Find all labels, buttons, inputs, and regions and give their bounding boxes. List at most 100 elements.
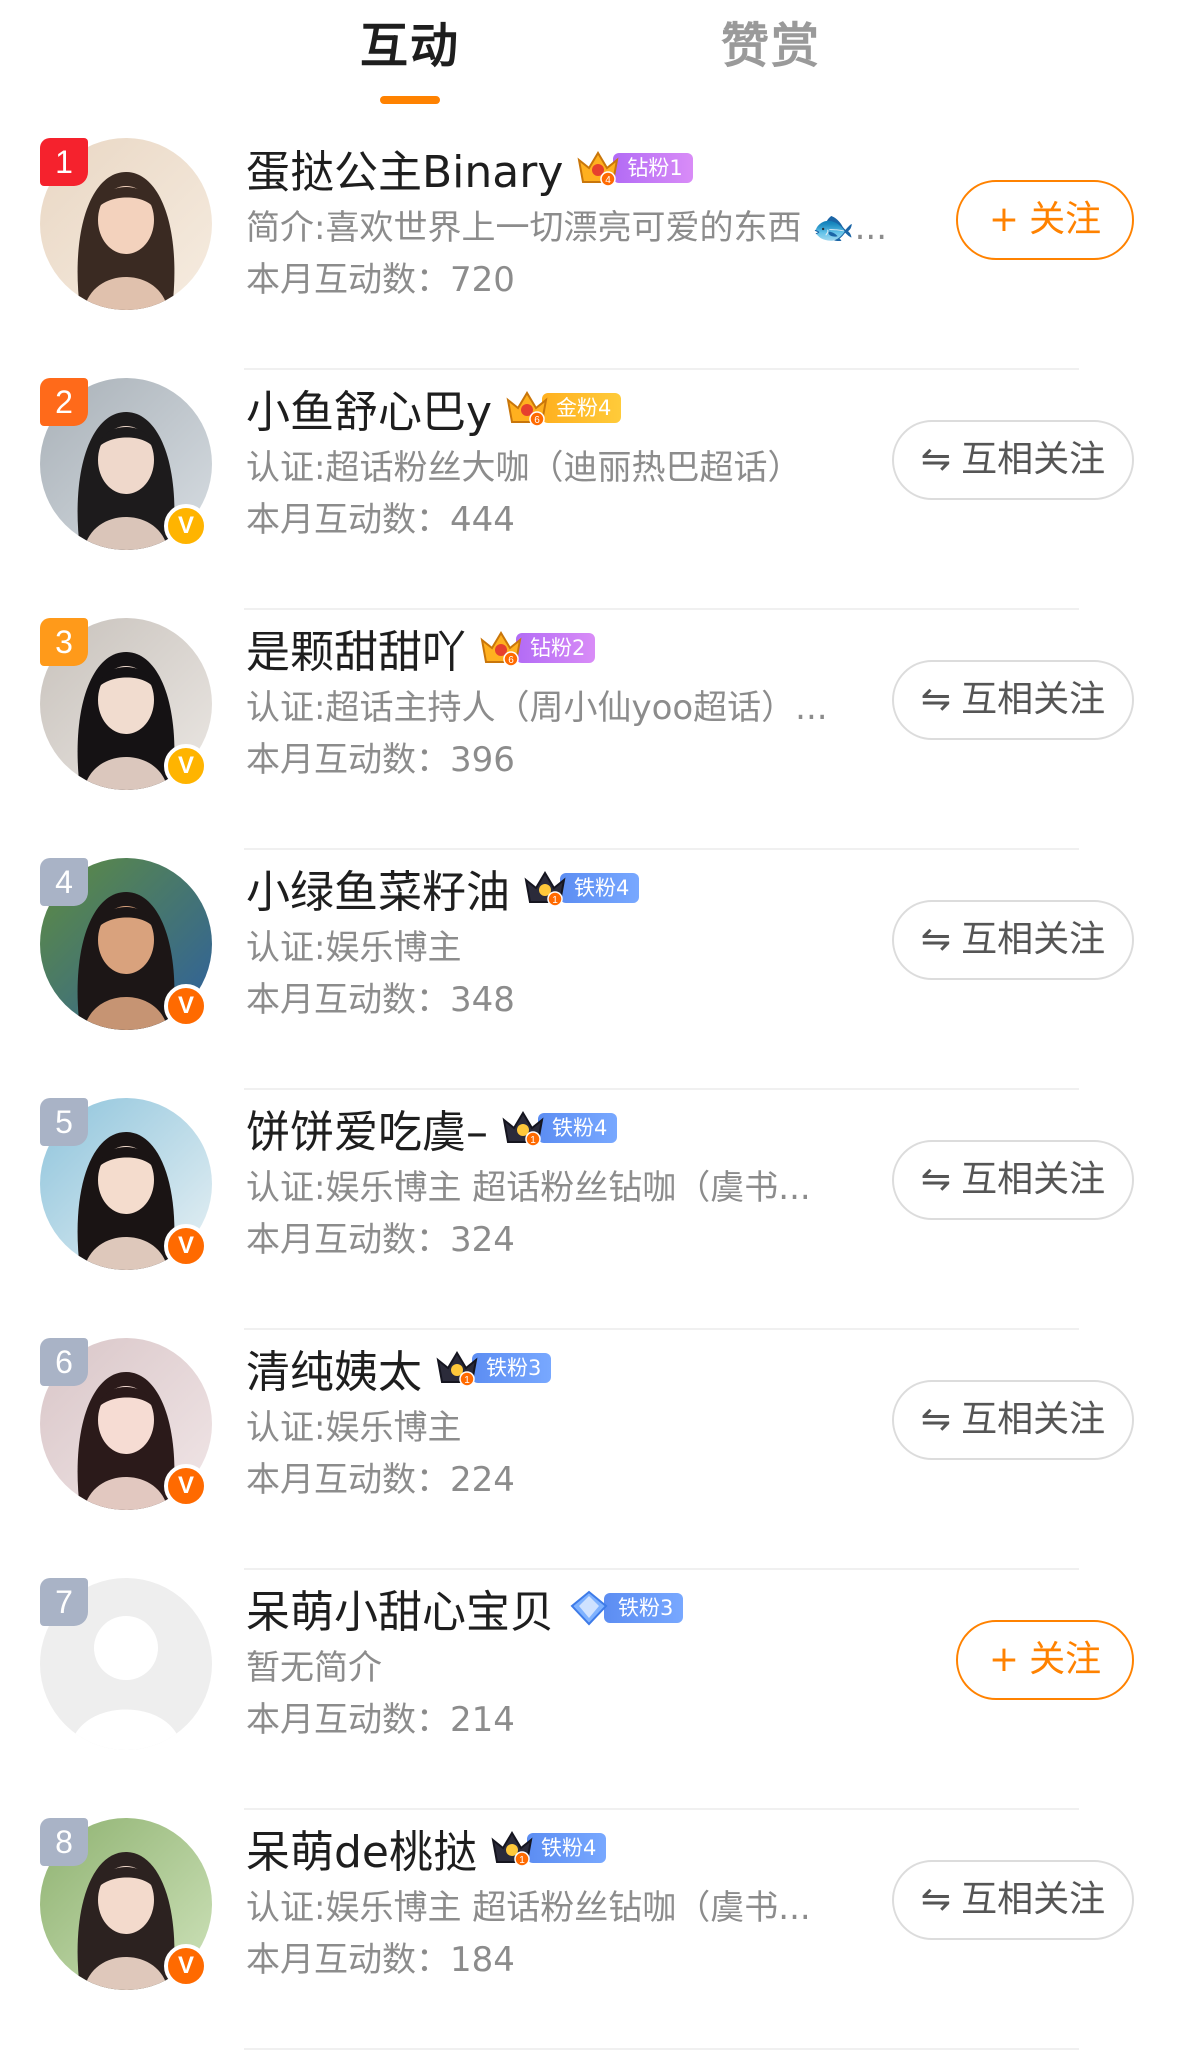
button-label: 互相关注 — [961, 919, 1106, 960]
verified-v-icon: V — [164, 1464, 208, 1508]
button-label: 互相关注 — [961, 439, 1106, 480]
tab-reward[interactable]: 赞赏 — [721, 16, 821, 76]
svg-text:1: 1 — [530, 1135, 536, 1146]
crown-icon: 1 — [522, 868, 568, 908]
user-name[interactable]: 呆萌小甜心宝贝 — [246, 1576, 554, 1640]
fan-level-badge: 1 铁粉4 — [500, 1108, 618, 1148]
fan-level-label: 金粉4 — [542, 393, 622, 423]
name-line: 蛋挞公主Binary 4 钻粉1 — [246, 140, 693, 198]
crown-icon: 1 — [500, 1108, 546, 1148]
user-description: 认证:超话粉丝大咖（迪丽热巴超话） — [246, 448, 802, 488]
monthly-interaction-count: 本月互动数：720 — [246, 260, 515, 300]
user-name[interactable]: 蛋挞公主Binary — [246, 136, 563, 200]
rank-badge: 1 — [40, 138, 88, 186]
list-item[interactable]: 2 V 小鱼舒心巴y 6 金粉4 认证:超话粉丝大咖（迪丽热巴超话） 本月互动数：444 ⇋ 互… — [0, 370, 1179, 610]
rank-badge: 7 — [40, 1578, 88, 1626]
list-item[interactable]: 8 V 呆萌de桃挞 1 铁粉4 认证:娱乐博主 超话粉丝钻咖（虞书... 本月互动数：18… — [0, 1810, 1179, 2050]
rank-badge: 3 — [40, 618, 88, 666]
swap-arrows-icon: ⇋ — [920, 1399, 952, 1440]
fan-level-label: 铁粉4 — [538, 1113, 618, 1143]
monthly-interaction-count: 本月互动数：444 — [246, 500, 515, 540]
rank-badge: 6 — [40, 1338, 88, 1386]
fan-level-label: 铁粉3 — [604, 1593, 684, 1623]
tab-interaction[interactable]: 互动 — [360, 16, 460, 76]
verified-v-icon: V — [164, 984, 208, 1028]
name-line: 呆萌小甜心宝贝 铁粉3 — [246, 1580, 684, 1638]
verified-v-icon: V — [164, 504, 208, 548]
fan-level-label: 铁粉4 — [560, 873, 640, 903]
button-label: 互相关注 — [961, 679, 1106, 720]
swap-arrows-icon: ⇋ — [920, 439, 952, 480]
swap-arrows-icon: ⇋ — [920, 1159, 952, 1200]
follow-button[interactable]: + 关注 — [956, 180, 1134, 260]
monthly-interaction-count: 本月互动数：214 — [246, 1700, 515, 1740]
plus-icon: + — [988, 1639, 1020, 1680]
swap-arrows-icon: ⇋ — [920, 919, 952, 960]
user-name[interactable]: 清纯姨太 — [246, 1336, 422, 1400]
user-name[interactable]: 是颗甜甜吖 — [246, 616, 466, 680]
follow-button[interactable]: + 关注 — [956, 1620, 1134, 1700]
button-label: 互相关注 — [961, 1879, 1106, 1920]
mutual-follow-button[interactable]: ⇋ 互相关注 — [892, 900, 1134, 980]
crown-icon: 6 — [478, 628, 524, 668]
list-item[interactable]: 7 呆萌小甜心宝贝 铁粉3 暂无简介 本月互动数：214 + 关注 — [0, 1570, 1179, 1810]
mutual-follow-button[interactable]: ⇋ 互相关注 — [892, 1860, 1134, 1940]
user-description: 认证:娱乐博主 超话粉丝钻咖（虞书... — [246, 1168, 811, 1208]
verified-v-icon: V — [164, 1224, 208, 1268]
fan-level-label: 铁粉3 — [472, 1353, 552, 1383]
button-label: 关注 — [1029, 199, 1102, 240]
list-item[interactable]: 4 V 小绿鱼菜籽油 1 铁粉4 认证:娱乐博主 本月互动数：348 ⇋ 互相关注 — [0, 850, 1179, 1090]
swap-arrows-icon: ⇋ — [920, 679, 952, 720]
swap-arrows-icon: ⇋ — [920, 1879, 952, 1920]
active-tab-indicator — [380, 96, 440, 104]
fan-level-badge: 铁粉3 — [566, 1588, 684, 1628]
verified-v-icon: V — [164, 1944, 208, 1988]
mutual-follow-button[interactable]: ⇋ 互相关注 — [892, 1140, 1134, 1220]
list-item[interactable]: 3 V 是颗甜甜吖 6 钻粉2 认证:超话主持人（周小仙yoo超话）... 本月互动数：39… — [0, 610, 1179, 850]
user-description: 认证:超话主持人（周小仙yoo超话）... — [246, 688, 828, 728]
svg-text:6: 6 — [534, 415, 540, 426]
crown-icon: 1 — [434, 1348, 480, 1388]
user-name[interactable]: 小绿鱼菜籽油 — [246, 856, 510, 920]
tab-bar: 互动 赞赏 — [0, 0, 1179, 110]
fan-level-badge: 1 铁粉3 — [434, 1348, 552, 1388]
svg-text:1: 1 — [552, 895, 558, 906]
button-label: 互相关注 — [961, 1159, 1106, 1200]
user-name[interactable]: 饼饼爱吃虞– — [246, 1096, 488, 1160]
fan-level-label: 钻粉1 — [613, 153, 693, 183]
crown-icon: 4 — [575, 148, 621, 188]
list-item[interactable]: 6 V 清纯姨太 1 铁粉3 认证:娱乐博主 本月互动数：224 ⇋ 互相关注 — [0, 1330, 1179, 1570]
mutual-follow-button[interactable]: ⇋ 互相关注 — [892, 660, 1134, 740]
mutual-follow-button[interactable]: ⇋ 互相关注 — [892, 1380, 1134, 1460]
user-description: 认证:娱乐博主 — [246, 928, 462, 968]
fan-level-badge: 1 铁粉4 — [522, 868, 640, 908]
list-item[interactable]: 1 蛋挞公主Binary 4 钻粉1 简介:喜欢世界上一切漂亮可爱的东西 🐟... 本月互… — [0, 130, 1179, 370]
monthly-interaction-count: 本月互动数：184 — [246, 1940, 515, 1980]
user-name[interactable]: 呆萌de桃挞 — [246, 1816, 477, 1880]
fan-level-badge: 1 铁粉4 — [489, 1828, 607, 1868]
name-line: 清纯姨太 1 铁粉3 — [246, 1340, 552, 1398]
monthly-interaction-count: 本月互动数：224 — [246, 1460, 515, 1500]
user-description: 认证:娱乐博主 超话粉丝钻咖（虞书... — [246, 1888, 811, 1928]
user-description: 简介:喜欢世界上一切漂亮可爱的东西 🐟... — [246, 208, 888, 248]
svg-text:4: 4 — [606, 175, 612, 186]
rank-badge: 5 — [40, 1098, 88, 1146]
plus-icon: + — [988, 199, 1020, 240]
mutual-follow-button[interactable]: ⇋ 互相关注 — [892, 420, 1134, 500]
user-name[interactable]: 小鱼舒心巴y — [246, 376, 492, 440]
monthly-interaction-count: 本月互动数：324 — [246, 1220, 515, 1260]
fan-level-label: 铁粉4 — [527, 1833, 607, 1863]
name-line: 小绿鱼菜籽油 1 铁粉4 — [246, 860, 640, 918]
svg-text:1: 1 — [519, 1855, 525, 1866]
crown-icon — [566, 1588, 612, 1628]
name-line: 呆萌de桃挞 1 铁粉4 — [246, 1820, 607, 1878]
rank-badge: 2 — [40, 378, 88, 426]
name-line: 小鱼舒心巴y 6 金粉4 — [246, 380, 622, 438]
rank-badge: 8 — [40, 1818, 88, 1866]
svg-text:6: 6 — [508, 655, 514, 666]
rank-badge: 4 — [40, 858, 88, 906]
fan-level-label: 钻粉2 — [516, 633, 596, 663]
crown-icon: 1 — [489, 1828, 535, 1868]
name-line: 是颗甜甜吖 6 钻粉2 — [246, 620, 596, 678]
list-item[interactable]: 5 V 饼饼爱吃虞– 1 铁粉4 认证:娱乐博主 超话粉丝钻咖（虞书... 本月互动数：32… — [0, 1090, 1179, 1330]
